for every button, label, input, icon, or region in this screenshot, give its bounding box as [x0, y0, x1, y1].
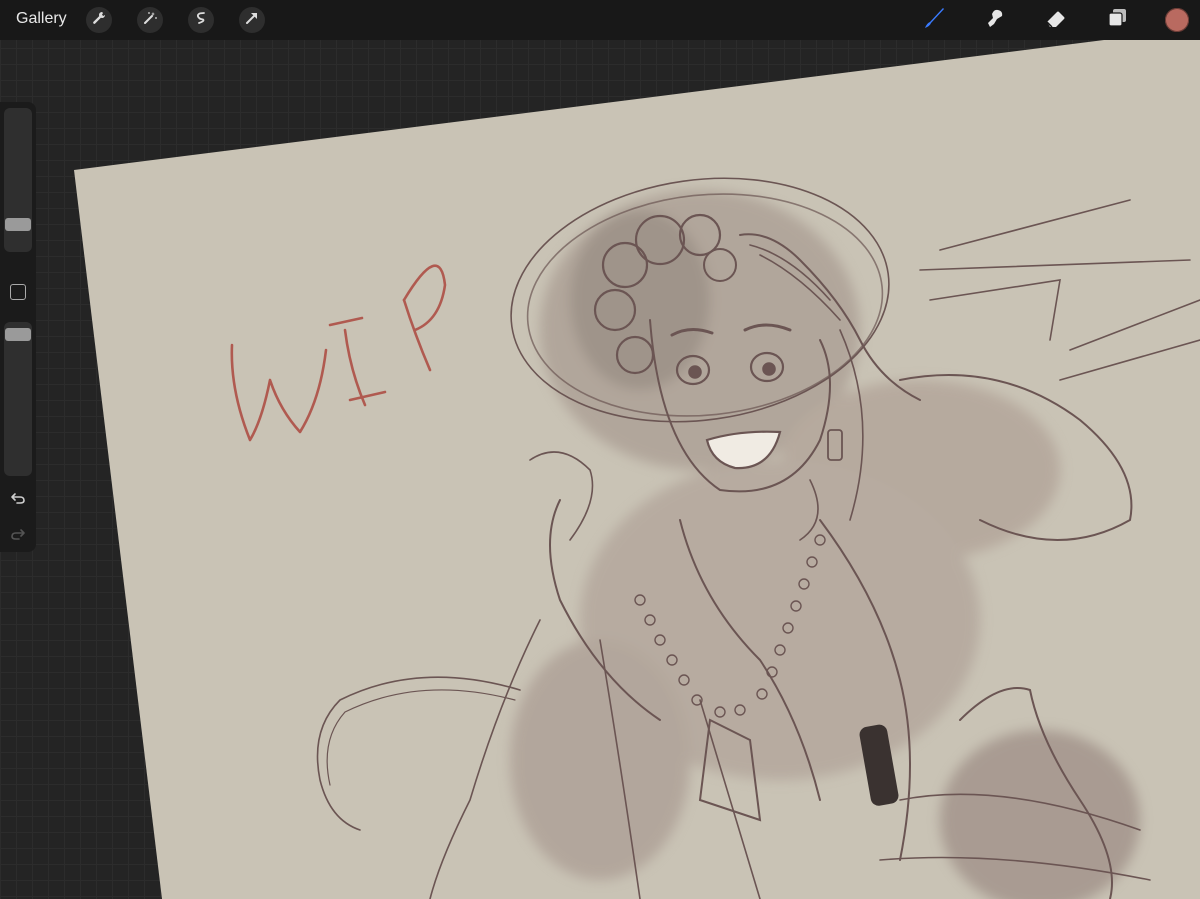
color-picker-button[interactable] — [1165, 8, 1189, 32]
selection-button[interactable] — [188, 7, 214, 33]
opacity-thumb[interactable] — [5, 328, 31, 341]
gallery-button[interactable]: Gallery — [16, 10, 67, 28]
modify-button[interactable] — [10, 284, 26, 300]
undo-button[interactable] — [8, 490, 28, 510]
brush-tool-button[interactable] — [920, 6, 948, 34]
opacity-slider[interactable] — [4, 322, 32, 476]
transform-button[interactable] — [239, 7, 265, 33]
left-sidebar — [0, 102, 36, 552]
layers-icon — [1105, 6, 1129, 35]
eraser-icon — [1044, 6, 1068, 35]
selection-icon — [193, 10, 209, 31]
adjustments-button[interactable] — [137, 7, 163, 33]
eraser-tool-button[interactable] — [1042, 6, 1070, 34]
redo-button[interactable] — [8, 526, 28, 546]
top-toolbar: Gallery — [0, 0, 1200, 40]
drawing-canvas[interactable] — [0, 0, 1200, 899]
magic-wand-icon — [142, 10, 158, 31]
smudge-icon — [983, 6, 1007, 35]
smudge-tool-button[interactable] — [981, 6, 1009, 34]
redo-icon — [10, 526, 26, 547]
layers-button[interactable] — [1103, 6, 1131, 34]
brush-size-slider[interactable] — [4, 108, 32, 252]
brush-icon — [921, 5, 947, 36]
transform-arrow-icon — [244, 10, 260, 31]
wrench-icon — [91, 10, 107, 31]
brush-size-thumb[interactable] — [5, 218, 31, 231]
actions-button[interactable] — [86, 7, 112, 33]
undo-icon — [10, 490, 26, 511]
